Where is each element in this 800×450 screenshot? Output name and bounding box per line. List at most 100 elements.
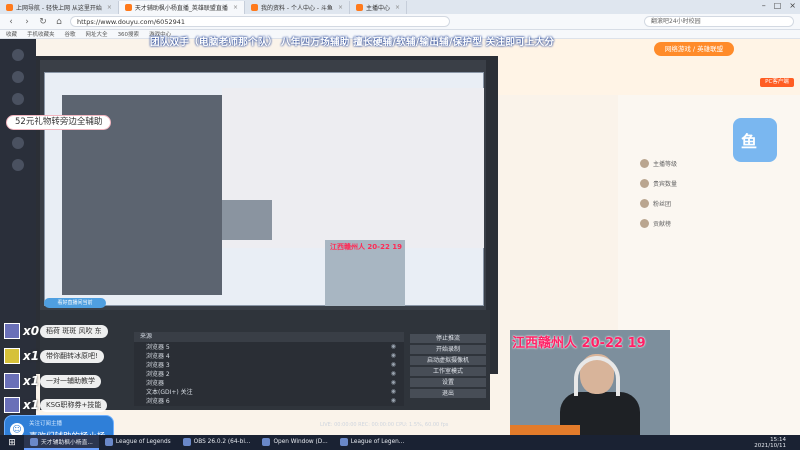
eye-icon[interactable]: ◉: [391, 379, 396, 386]
avatar: [4, 373, 20, 389]
source-item[interactable]: 浏览器 6 ◉: [134, 396, 404, 405]
multiplier: x1: [23, 374, 40, 388]
rank-item[interactable]: 主播等级: [640, 158, 677, 168]
source-item[interactable]: 浏览器 ◉: [134, 378, 404, 387]
gift-notice-bubble: 52元礼物转旁边全辅助: [6, 115, 112, 130]
app-icon: [182, 437, 191, 446]
avatar: [640, 178, 649, 188]
close-icon[interactable]: ×: [395, 4, 400, 11]
windows-start-icon[interactable]: ⊞: [0, 438, 24, 448]
nav-video-icon[interactable]: [12, 137, 24, 149]
taskbar-item[interactable]: Open Window (D...: [256, 435, 333, 450]
eye-icon[interactable]: ◉: [391, 361, 396, 368]
browser-tab[interactable]: 上网导航 - 轻快上网 从这里开始 ×: [0, 1, 119, 14]
headphone-shape: [574, 356, 620, 396]
viewer-strip: 看好直播间当前: [44, 298, 106, 308]
avatar: [4, 323, 20, 339]
multiplier: x1: [23, 398, 40, 412]
minimize-icon[interactable]: –: [762, 1, 766, 10]
site-icon: [6, 4, 13, 11]
taskbar-item[interactable]: 天才辅助枫小杨直...: [24, 435, 99, 450]
sources-header: 来源: [134, 332, 404, 342]
settings-button[interactable]: 设置: [410, 378, 486, 387]
close-icon[interactable]: ×: [233, 4, 238, 11]
nav-home-icon[interactable]: [12, 49, 24, 61]
avatar: [640, 218, 649, 228]
system-clock[interactable]: 15:14 2021/10/11: [754, 437, 800, 449]
window-controls: – □ ×: [762, 1, 796, 10]
bookmark-item[interactable]: 谷歌: [65, 30, 76, 38]
search-input[interactable]: 翻滚吧24小时校园: [644, 16, 794, 27]
nested-cam: [222, 200, 272, 240]
rank-row: x1 KSG职称券+技能: [4, 396, 108, 414]
stop-stream-button[interactable]: 停止推流: [410, 334, 486, 343]
rank-item[interactable]: 粉丝团: [640, 198, 671, 208]
rank-item[interactable]: 贵宾数量: [640, 178, 677, 188]
start-record-button[interactable]: 开始录制: [410, 345, 486, 354]
bookmark-item[interactable]: 网址大全: [86, 30, 108, 38]
taskbar-item[interactable]: League of Legends: [99, 435, 177, 450]
avatar: [640, 158, 649, 168]
douyu-icon: [124, 4, 132, 11]
source-item[interactable]: 文本(GDI+) 关注 ◉: [134, 387, 404, 396]
virtual-cam-button[interactable]: 启动虚拟摄像机: [410, 356, 486, 365]
close-icon[interactable]: ×: [107, 4, 112, 11]
pc-client-button[interactable]: PC客户端: [760, 78, 794, 87]
source-item[interactable]: 浏览器 4 ◉: [134, 351, 404, 360]
source-item[interactable]: 浏览器 2 ◉: [134, 369, 404, 378]
multiplier: x1: [23, 349, 40, 363]
app-icon: [262, 437, 271, 446]
rank-item[interactable]: 贡献榜: [640, 218, 671, 228]
douyu-icon: [355, 4, 363, 11]
rank-text: 稻荷 斑斑 风吹 东: [40, 324, 108, 338]
bookmark-item[interactable]: 收藏: [6, 30, 17, 38]
url-input[interactable]: https://www.douyu.com/6052941: [70, 16, 450, 27]
multiplier: x0: [23, 324, 40, 338]
taskbar-item[interactable]: League of Legen...: [334, 435, 411, 450]
eye-icon[interactable]: ◉: [391, 370, 396, 377]
stream-title-overlay: 团队双手（电脑老师那个队） 八年四万场辅助 擅长硬辅/软辅/输出辅/保护型 关注…: [150, 37, 555, 48]
rank-text: 带你翻转冰原吧!: [40, 349, 104, 363]
refresh-icon[interactable]: ↻: [38, 17, 48, 27]
back-icon[interactable]: ‹: [6, 17, 16, 27]
browser-tab[interactable]: 主播中心 ×: [350, 1, 408, 14]
eye-icon[interactable]: ◉: [391, 388, 396, 395]
close-icon[interactable]: ×: [338, 4, 343, 11]
studio-mode-button[interactable]: 工作室模式: [410, 367, 486, 376]
category-badge[interactable]: 网络游戏 / 英雄联盟: [654, 42, 734, 56]
mascot-image: 鱼: [733, 118, 777, 162]
eye-icon[interactable]: ◉: [391, 352, 396, 359]
eye-icon[interactable]: ◉: [391, 343, 396, 350]
nav-category-icon[interactable]: [12, 93, 24, 105]
follow-subtitle: 关注订阅主播: [29, 421, 63, 427]
eye-icon[interactable]: ◉: [391, 397, 396, 404]
home-icon[interactable]: ⌂: [54, 17, 64, 27]
app-icon: [104, 437, 113, 446]
bookmark-item[interactable]: 手机收藏夹: [27, 30, 55, 38]
webcam-caption: 江西赣州人 20-22 19: [512, 336, 646, 351]
forward-icon[interactable]: ›: [22, 17, 32, 27]
rank-text: KSG职称券+技能: [40, 398, 108, 412]
rank-text: 一对一辅助教学: [40, 374, 101, 388]
app-icon: [339, 437, 348, 446]
bookmark-item[interactable]: 360搜索: [118, 30, 140, 38]
obs-status: LIVE: 00:00:00 REC: 00:00:00 CPU: 1.5%, …: [320, 422, 449, 428]
browser-tabstrip: 上网导航 - 轻快上网 从这里开始 × 天才辅助枫小杨直播_英雄联盟直播 × 我的资…: [0, 0, 800, 14]
source-item[interactable]: 浏览器 3 ◉: [134, 360, 404, 369]
app-icon: [30, 437, 38, 446]
preview-cam-caption: 江西赣州人 20-22 19: [330, 243, 403, 251]
taskbar-item[interactable]: OBS 26.0.2 (64-bi...: [177, 435, 257, 450]
avatar: [4, 397, 20, 413]
avatar: [640, 198, 649, 208]
exit-button[interactable]: 退出: [410, 389, 486, 398]
avatar: [4, 348, 20, 364]
taskbar: ⊞ 天才辅助枫小杨直... League of Legends OBS 26.0…: [0, 435, 800, 450]
nav-game-icon[interactable]: [12, 159, 24, 171]
rank-row: x1 带你翻转冰原吧!: [4, 347, 104, 365]
source-item[interactable]: 浏览器 5 ◉: [134, 342, 404, 351]
browser-tab-active[interactable]: 天才辅助枫小杨直播_英雄联盟直播 ×: [118, 1, 245, 14]
maximize-icon[interactable]: □: [774, 1, 782, 10]
close-window-icon[interactable]: ×: [789, 1, 796, 10]
nav-live-icon[interactable]: [12, 71, 24, 83]
browser-tab[interactable]: 我的资料 - 个人中心 - 斗鱼 ×: [245, 1, 350, 14]
